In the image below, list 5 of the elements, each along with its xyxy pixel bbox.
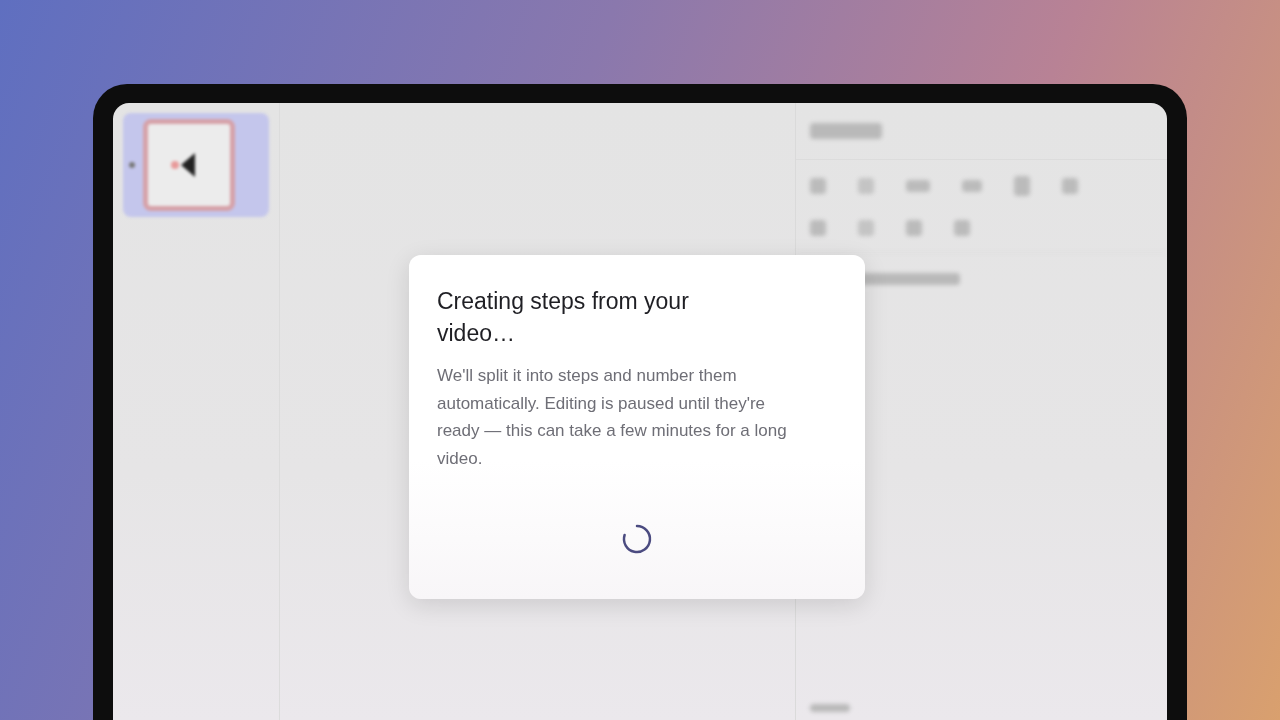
dialog-title: Creating steps from your video…	[437, 287, 690, 348]
dialog-message: We'll split it into steps and number them automatically. Editing is paused until they're ready — this can take a few minutes for a long video.	[437, 365, 787, 470]
thumbnail-tile[interactable]	[123, 113, 269, 217]
blurred-label	[810, 704, 850, 712]
blurred-label	[810, 123, 882, 139]
